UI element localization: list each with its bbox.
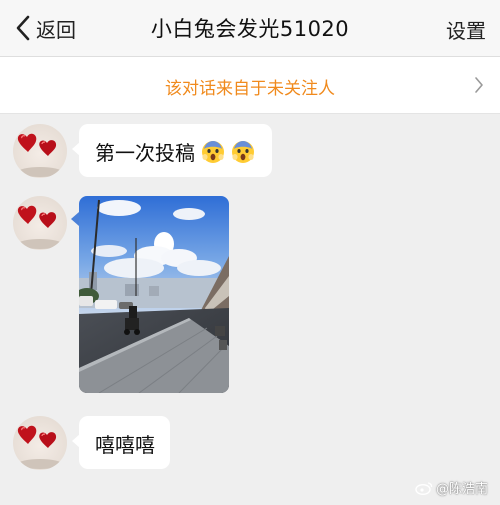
heart-balloons-icon — [17, 425, 62, 469]
weibo-watermark: @陈浩南 — [415, 478, 488, 497]
heart-balloons-icon — [17, 133, 62, 177]
stranger-notice-bar[interactable]: 该对话来自于未关注人 — [0, 57, 500, 114]
avatar[interactable] — [13, 416, 67, 470]
message-text: 嘻嘻嘻 — [95, 433, 155, 457]
settings-button[interactable]: 设置 — [446, 15, 486, 44]
weibo-logo-icon — [415, 481, 433, 495]
conversation-title: 小白兔会发光51020 — [150, 17, 350, 41]
image-message[interactable] — [79, 196, 229, 393]
heart-balloons-icon — [17, 205, 62, 249]
message-bubble[interactable]: 第一次投稿 — [72, 124, 272, 177]
scream-emoji-icon — [232, 141, 254, 163]
watermark-text: @陈浩南 — [435, 482, 488, 497]
avatar[interactable] — [13, 124, 67, 178]
street-photo — [79, 196, 229, 393]
avatar[interactable] — [13, 196, 67, 250]
message-bubble[interactable]: 嘻嘻嘻 — [72, 416, 170, 469]
message-text: 第一次投稿 — [95, 141, 195, 165]
navigation-bar: 返回 小白兔会发光51020 设置 — [0, 0, 500, 57]
chevron-right-icon — [475, 77, 483, 93]
stranger-notice-text: 该对话来自于未关注人 — [165, 79, 335, 99]
scream-emoji-icon — [202, 141, 224, 163]
